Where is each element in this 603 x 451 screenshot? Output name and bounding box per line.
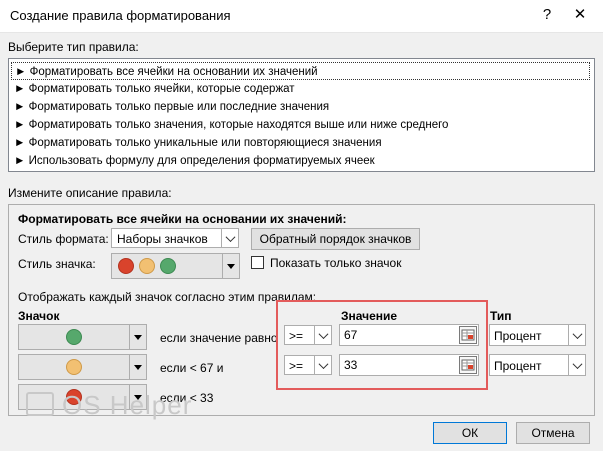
rule-type-item[interactable]: ► Форматировать только первые или послед… bbox=[11, 98, 590, 116]
chevron-down-icon bbox=[568, 325, 585, 345]
yellow-circle-icon bbox=[66, 359, 82, 375]
icon-select-row-2[interactable] bbox=[18, 354, 147, 380]
reverse-icon-order-button[interactable]: Обратный порядок значков bbox=[251, 228, 420, 250]
icon-select-row-1[interactable] bbox=[18, 324, 147, 350]
description-heading: Форматировать все ячейки на основании их… bbox=[18, 212, 347, 226]
green-circle-icon bbox=[66, 329, 82, 345]
show-icon-only-label: Показать только значок bbox=[270, 256, 402, 270]
format-style-label: Стиль формата: bbox=[18, 232, 109, 246]
condition-text-row-2: если < 67 и bbox=[160, 361, 224, 375]
rule-type-list[interactable]: ► Форматировать все ячейки на основании … bbox=[8, 58, 595, 172]
chevron-down-icon bbox=[221, 229, 238, 247]
type-select-row-2[interactable]: Процент bbox=[489, 354, 586, 376]
green-circle-icon bbox=[160, 258, 176, 274]
help-button[interactable]: ? bbox=[535, 4, 559, 26]
type-value: Процент bbox=[494, 359, 542, 373]
format-style-select[interactable]: Наборы значков bbox=[111, 228, 239, 248]
rule-description-label: Измените описание правила: bbox=[8, 186, 172, 200]
rule-type-item[interactable]: ► Форматировать все ячейки на основании … bbox=[11, 62, 590, 80]
highlight-frame bbox=[276, 300, 488, 390]
rule-type-item[interactable]: ► Форматировать только ячейки, которые с… bbox=[11, 80, 590, 98]
icon-style-select[interactable] bbox=[111, 253, 240, 279]
dropdown-arrow-icon bbox=[129, 355, 146, 379]
icon-style-label: Стиль значка: bbox=[18, 257, 96, 271]
watermark-logo-icon bbox=[26, 392, 54, 416]
rules-caption: Отображать каждый значок согласно этим п… bbox=[18, 290, 317, 304]
dropdown-arrow-icon bbox=[222, 254, 239, 278]
dropdown-arrow-icon bbox=[129, 325, 146, 349]
watermark-text: OS Helper bbox=[62, 390, 193, 420]
column-header-type: Тип bbox=[490, 309, 512, 323]
condition-text-row-1: если значение равно bbox=[160, 331, 278, 345]
close-button[interactable]: ✕ bbox=[568, 4, 592, 26]
red-circle-icon bbox=[118, 258, 134, 274]
ok-button[interactable]: ОК bbox=[433, 422, 507, 444]
rule-type-item[interactable]: ► Форматировать только значения, которые… bbox=[11, 116, 590, 134]
cancel-button[interactable]: Отмена bbox=[516, 422, 590, 444]
rule-type-label: Выберите тип правила: bbox=[8, 40, 139, 54]
rule-type-item[interactable]: ► Форматировать только уникальные или по… bbox=[11, 134, 590, 152]
window-title: Создание правила форматирования bbox=[10, 8, 231, 23]
chevron-down-icon bbox=[568, 355, 585, 375]
yellow-circle-icon bbox=[139, 258, 155, 274]
type-select-row-1[interactable]: Процент bbox=[489, 324, 586, 346]
column-header-icon: Значок bbox=[18, 309, 60, 323]
type-value: Процент bbox=[494, 329, 542, 343]
rule-type-item[interactable]: ► Использовать формулу для определения ф… bbox=[11, 152, 590, 170]
format-style-value: Наборы значков bbox=[117, 232, 208, 246]
show-icon-only-checkbox[interactable] bbox=[251, 256, 264, 269]
